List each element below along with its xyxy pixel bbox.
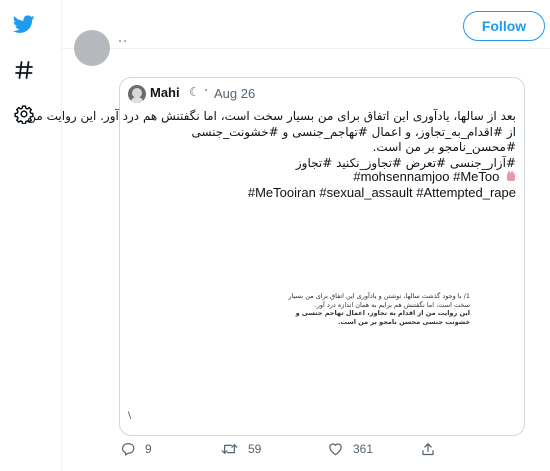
image-text-line: 1/ با وجود گذشت سالها، نوشتن و یادآوری ا… xyxy=(288,292,470,300)
retweet-icon xyxy=(221,444,238,454)
left-nav xyxy=(0,0,48,471)
reply-icon xyxy=(122,443,135,456)
reply-button[interactable]: 9 xyxy=(121,442,152,456)
quoted-tweet-card[interactable]: Mahi ☾ · Aug 26 بعد از سالها، یادآوری ای… xyxy=(27,77,525,436)
image-text-line: این روایت من از اقدام به تجاوز، اعمال ته… xyxy=(295,309,470,317)
quoted-author-name[interactable]: Mahi xyxy=(150,85,180,100)
heart-icon xyxy=(329,443,342,456)
thread-dots xyxy=(119,39,131,43)
twitter-bird-icon[interactable] xyxy=(11,11,37,37)
image-text-line: سخت است، اما نگفتنش هم برایم به همان اند… xyxy=(314,300,470,309)
dot-separator: · xyxy=(204,84,209,99)
quoted-avatar[interactable] xyxy=(128,85,146,103)
image-text: 1/ با وجود گذشت سالها، نوشتن و یادآوری ا… xyxy=(120,292,470,326)
avatar[interactable] xyxy=(74,30,110,66)
attached-image[interactable]: 1/ با وجود گذشت سالها، نوشتن و یادآوری ا… xyxy=(120,193,524,436)
follow-button[interactable]: Follow xyxy=(463,11,545,41)
text-line: #محسن_نامجو بر من است. xyxy=(372,140,516,154)
quoted-tweet-text: بعد از سالها، یادآوری این اتفاق برای من … xyxy=(27,109,516,171)
image-mark: \ xyxy=(128,411,132,421)
image-text-line: خشونت جنسی محسن نامجو بر من است. xyxy=(338,317,470,326)
hashtag-line: #mohsennamjoo #MeToo xyxy=(353,169,516,184)
crescent-moon-icon: ☾ xyxy=(189,85,200,99)
tweet-date[interactable]: Aug 26 xyxy=(214,86,255,101)
text-line: بعد از سالها، یادآوری این اتفاق برای من … xyxy=(27,109,516,123)
hashtag-icon[interactable] xyxy=(11,57,37,83)
hashtags-text: #mohsennamjoo #MeToo xyxy=(353,169,500,184)
retweet-count: 59 xyxy=(248,442,262,456)
column-divider xyxy=(61,0,62,471)
like-button[interactable]: 361 xyxy=(328,442,373,456)
reply-count: 9 xyxy=(145,442,152,456)
tweet-actions: 9 59 361 xyxy=(0,442,550,462)
header-divider xyxy=(61,48,550,49)
like-count: 361 xyxy=(353,442,374,456)
text-line: از #اقدام_به_تجاوز، و اعمال #تهاجم_جنسی … xyxy=(191,124,516,139)
raised-fist-icon xyxy=(506,170,516,181)
share-button[interactable] xyxy=(421,442,435,457)
share-icon xyxy=(422,443,434,456)
retweet-button[interactable]: 59 xyxy=(221,442,261,456)
